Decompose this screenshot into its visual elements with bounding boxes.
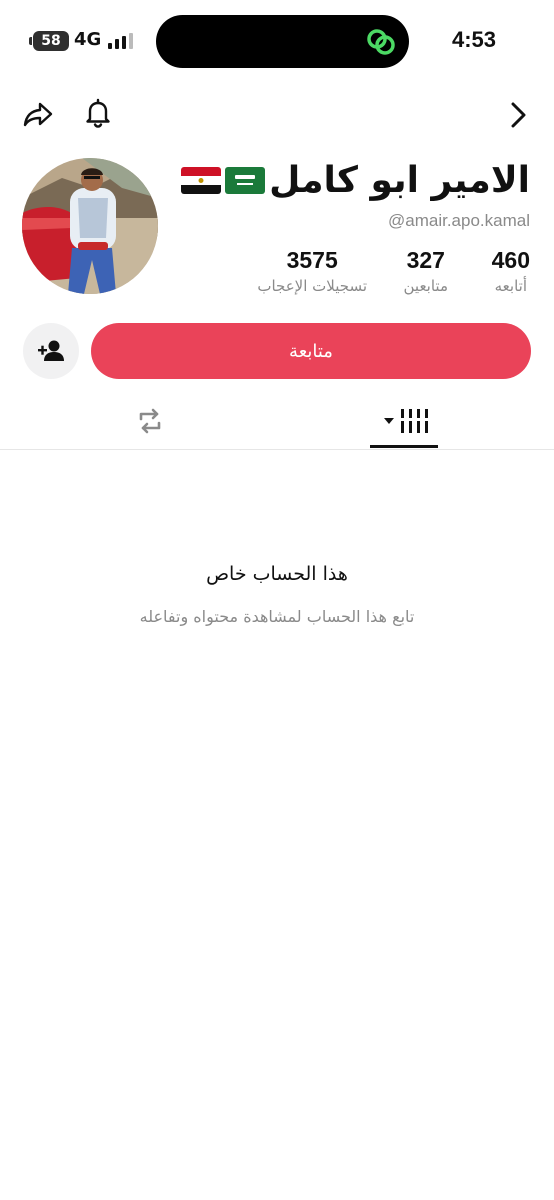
- dynamic-island: [156, 15, 409, 68]
- saudi-arabia-flag: [225, 166, 266, 194]
- likes-label: تسجيلات الإعجاب: [257, 277, 367, 295]
- add-friend-icon: [38, 340, 64, 361]
- display-name: الامير ابو كامل: [269, 159, 530, 201]
- battery-indicator: 58: [29, 31, 69, 51]
- private-account-title: هذا الحساب خاص: [206, 563, 348, 585]
- avatar[interactable]: [22, 158, 158, 294]
- add-friend-button[interactable]: [23, 323, 79, 379]
- status-bar: 58 4G 4:53: [0, 0, 554, 80]
- display-name-row: الامير ابو كامل: [181, 154, 530, 206]
- active-tab-indicator: [370, 445, 438, 448]
- following-count: 460: [491, 247, 530, 273]
- profile-tabs: [0, 395, 554, 450]
- username-handle: @amair.apo.kamal: [388, 211, 530, 230]
- link-chain-icon: [367, 29, 395, 55]
- signal-icon: [108, 33, 133, 49]
- likes-count: 3575: [286, 247, 338, 273]
- followers-count: 327: [406, 247, 445, 273]
- follow-button[interactable]: متابعة: [91, 323, 531, 379]
- stat-following[interactable]: 460 أتابعه: [492, 247, 530, 295]
- bell-icon[interactable]: [82, 97, 114, 129]
- following-label: أتابعه: [494, 277, 527, 295]
- network-type: 4G: [74, 29, 102, 50]
- repost-icon[interactable]: [132, 403, 168, 439]
- stat-likes[interactable]: 3575 تسجيلات الإعجاب: [257, 247, 367, 295]
- chevron-right-icon[interactable]: [502, 99, 534, 131]
- status-time: 4:53: [452, 27, 497, 52]
- stat-followers[interactable]: 327 متابعين: [404, 247, 449, 295]
- private-account-subtitle: تابع هذا الحساب لمشاهدة محتواه وتفاعله: [139, 607, 415, 626]
- followers-label: متابعين: [403, 277, 449, 295]
- egypt-flag: [181, 166, 222, 194]
- avatar-photo: [22, 158, 158, 294]
- videos-grid-icon[interactable]: [370, 395, 438, 449]
- share-icon[interactable]: [22, 98, 54, 130]
